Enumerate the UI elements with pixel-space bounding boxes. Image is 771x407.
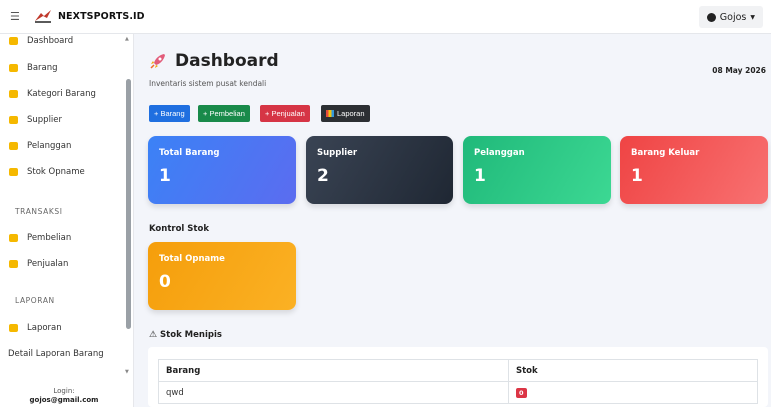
table-row: qwd 0	[158, 381, 758, 404]
table-header-stok: Stok	[508, 359, 758, 382]
sidebar-item-kategori-barang[interactable]: Kategori Barang	[9, 89, 96, 99]
sidebar-item-laporan[interactable]: Laporan	[9, 323, 62, 333]
warning-icon: ⚠	[149, 330, 158, 340]
stok-badge: 0	[516, 387, 527, 398]
sidebar-item-label: Stok Opname	[27, 167, 85, 177]
sidebar-item-pelanggan[interactable]: Pelanggan	[9, 141, 71, 151]
tag-icon	[9, 90, 18, 98]
rocket-icon	[150, 54, 165, 69]
home-icon	[9, 37, 18, 45]
sidebar-item-label: Pembelian	[27, 233, 72, 243]
card-barang-keluar: Barang Keluar 1	[620, 136, 768, 204]
laporan-button-label: Laporan	[337, 109, 365, 118]
scroll-up-arrow-icon[interactable]: ▲	[125, 36, 129, 42]
sidebar-section-laporan: LAPORAN	[15, 296, 55, 305]
card-label: Supplier	[317, 148, 358, 158]
add-barang-button[interactable]: + Barang	[149, 105, 190, 122]
hamburger-menu-icon[interactable]: ☰	[10, 10, 20, 23]
report-icon	[9, 324, 18, 332]
page-subtitle: Inventaris sistem pusat kendali	[149, 79, 267, 88]
bar-chart-icon	[326, 110, 334, 117]
login-info: Login: gojos@gmail.com	[0, 387, 128, 405]
page-title: Dashboard	[149, 51, 279, 71]
section-title-kontrol-stok: Kontrol Stok	[149, 224, 209, 234]
laporan-button[interactable]: Laporan	[321, 105, 370, 122]
card-label: Total Barang	[159, 148, 220, 158]
sidebar-item-label: Penjualan	[27, 259, 69, 269]
sidebar-item-label: Pelanggan	[27, 141, 72, 151]
sidebar-item-label: Barang	[27, 63, 58, 73]
login-email: gojos@gmail.com	[29, 396, 99, 404]
caret-down-icon: ▼	[750, 13, 755, 21]
scroll-down-arrow-icon[interactable]: ▼	[125, 369, 129, 375]
user-name: Gojos	[719, 11, 747, 23]
card-value: 0	[159, 272, 171, 292]
table-cell-stok: 0	[508, 381, 758, 404]
stok-menipis-table: Barang Stok qwd 0	[158, 359, 758, 404]
stok-menipis-panel: Barang Stok qwd 0	[148, 347, 768, 407]
sidebar-item-label: Laporan	[27, 323, 62, 333]
add-pembelian-button[interactable]: + Pembelian	[198, 105, 250, 122]
table-header-row: Barang Stok	[158, 359, 758, 382]
sidebar-item-label: Kategori Barang	[27, 89, 96, 99]
page-title-text: Dashboard	[175, 51, 279, 71]
sidebar-item-barang[interactable]: Barang	[9, 63, 58, 73]
sidebar-item-label: Dashboard	[27, 36, 74, 46]
brand-logo-icon	[35, 10, 51, 23]
table-header-barang: Barang	[158, 359, 509, 382]
page-date: 08 May 2026	[712, 66, 766, 75]
cash-icon	[9, 260, 18, 268]
sidebar-item-penjualan[interactable]: Penjualan	[9, 259, 68, 269]
card-supplier: Supplier 2	[306, 136, 453, 204]
card-label: Barang Keluar	[631, 148, 700, 158]
sidebar-scrollbar-thumb[interactable]	[126, 79, 131, 329]
sidebar-item-label: Supplier	[27, 115, 63, 125]
user-menu-dropdown[interactable]: Gojos ▼	[698, 6, 763, 28]
card-total-barang: Total Barang 1	[148, 136, 296, 204]
sidebar-item-pembelian[interactable]: Pembelian	[9, 233, 71, 243]
main-content: Dashboard Inventaris sistem pusat kendal…	[134, 34, 771, 407]
brand[interactable]: NEXTSPORTS.ID	[34, 9, 145, 23]
login-label: Login:	[53, 387, 75, 395]
card-pelanggan: Pelanggan 1	[463, 136, 611, 204]
card-value: 1	[474, 166, 486, 186]
sidebar: Dashboard Barang Kategori Barang Supplie…	[0, 34, 134, 407]
card-label: Pelanggan	[474, 148, 525, 158]
clipboard-icon	[9, 168, 18, 176]
card-value: 1	[159, 166, 171, 186]
sidebar-item-detail-laporan-barang[interactable]: Detail Laporan Barang	[8, 349, 104, 359]
cart-icon	[9, 234, 18, 242]
top-navbar: ☰ NEXTSPORTS.ID Gojos ▼	[0, 0, 771, 34]
card-value: 1	[631, 166, 643, 186]
box-icon	[9, 64, 18, 72]
card-label: Total Opname	[159, 254, 225, 264]
section-title-text: Stok Menipis	[160, 330, 222, 340]
truck-icon	[9, 116, 18, 124]
user-circle-icon	[706, 12, 716, 22]
users-icon	[9, 142, 18, 150]
sidebar-section-transaksi: TRANSAKSI	[15, 207, 63, 216]
brand-name: NEXTSPORTS.ID	[58, 10, 145, 22]
section-title-stok-menipis: ⚠ Stok Menipis	[149, 330, 222, 340]
add-penjualan-button[interactable]: + Penjualan	[260, 105, 310, 122]
table-cell-barang: qwd	[158, 381, 509, 404]
card-total-opname: Total Opname 0	[148, 242, 296, 310]
sidebar-item-stok-opname[interactable]: Stok Opname	[9, 167, 85, 177]
sidebar-item-dashboard[interactable]: Dashboard	[9, 36, 73, 46]
sidebar-item-supplier[interactable]: Supplier	[9, 115, 62, 125]
card-value: 2	[317, 166, 329, 186]
